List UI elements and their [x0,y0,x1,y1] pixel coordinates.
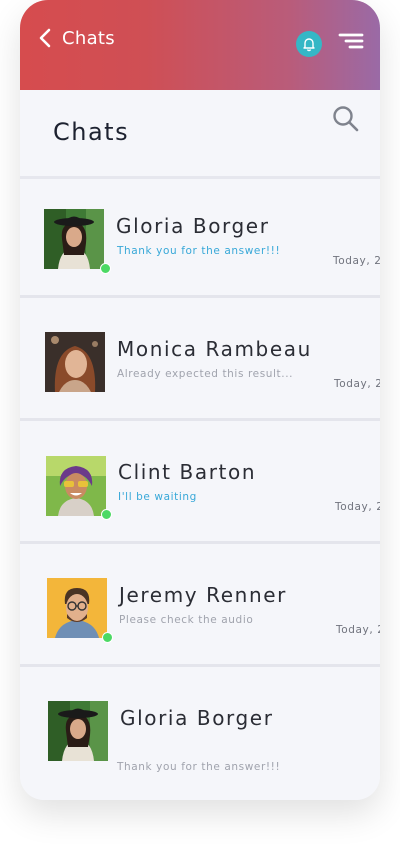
avatar [46,456,106,516]
chat-message: Please check the audio [119,614,254,626]
chat-message: Thank you for the answer!!! [117,245,281,257]
avatar-image [44,209,104,269]
chat-name: Gloria Borger [120,706,274,730]
chat-message: Thank you for the answer!!! [117,761,281,773]
avatar [47,578,107,638]
chat-item-gloria-borger-2[interactable]: Gloria Borger Thank you for the answer!!… [20,679,380,800]
page-title: Chats [53,118,130,146]
avatar-image [48,701,108,761]
chat-time: Today, 2 [336,624,380,636]
online-indicator [102,632,113,643]
menu-icon[interactable] [338,32,364,52]
chat-item-gloria-borger[interactable]: Gloria Borger Thank you for the answer!!… [20,187,380,298]
chat-item-jeremy-renner[interactable]: Jeremy Renner Please check the audio Tod… [20,556,380,667]
top-bar-title: Chats [62,28,115,49]
avatar [45,332,105,392]
back-chevron-icon[interactable] [36,26,56,50]
chat-message: Already expected this result... [117,368,294,380]
chat-name: Monica Rambeau [117,337,312,361]
online-indicator [101,509,112,520]
notification-button[interactable] [296,31,322,57]
chat-item-monica-rambeau[interactable]: Monica Rambeau Already expected this res… [20,310,380,421]
phone-screen: Chats Chats Gloria Borger Thank you for … [20,0,380,800]
chat-name: Clint Barton [118,460,257,484]
search-icon[interactable] [332,105,360,133]
chat-name: Gloria Borger [116,214,270,238]
chat-time: Today, 2 [333,255,380,267]
chat-time: Today, 2 [334,378,380,390]
chat-name: Jeremy Renner [119,583,287,607]
avatar-image [46,456,106,516]
top-bar: Chats [20,0,380,90]
avatar [44,209,104,269]
chat-message: I'll be waiting [118,491,197,503]
bell-icon [303,38,315,52]
avatar-image [47,578,107,638]
online-indicator [100,263,111,274]
chat-time: Today, 2 [335,501,380,513]
page-header: Chats [20,90,380,179]
chat-item-clint-barton[interactable]: Clint Barton I'll be waiting Today, 2 [20,433,380,544]
avatar-image [45,332,105,392]
avatar [48,701,108,761]
